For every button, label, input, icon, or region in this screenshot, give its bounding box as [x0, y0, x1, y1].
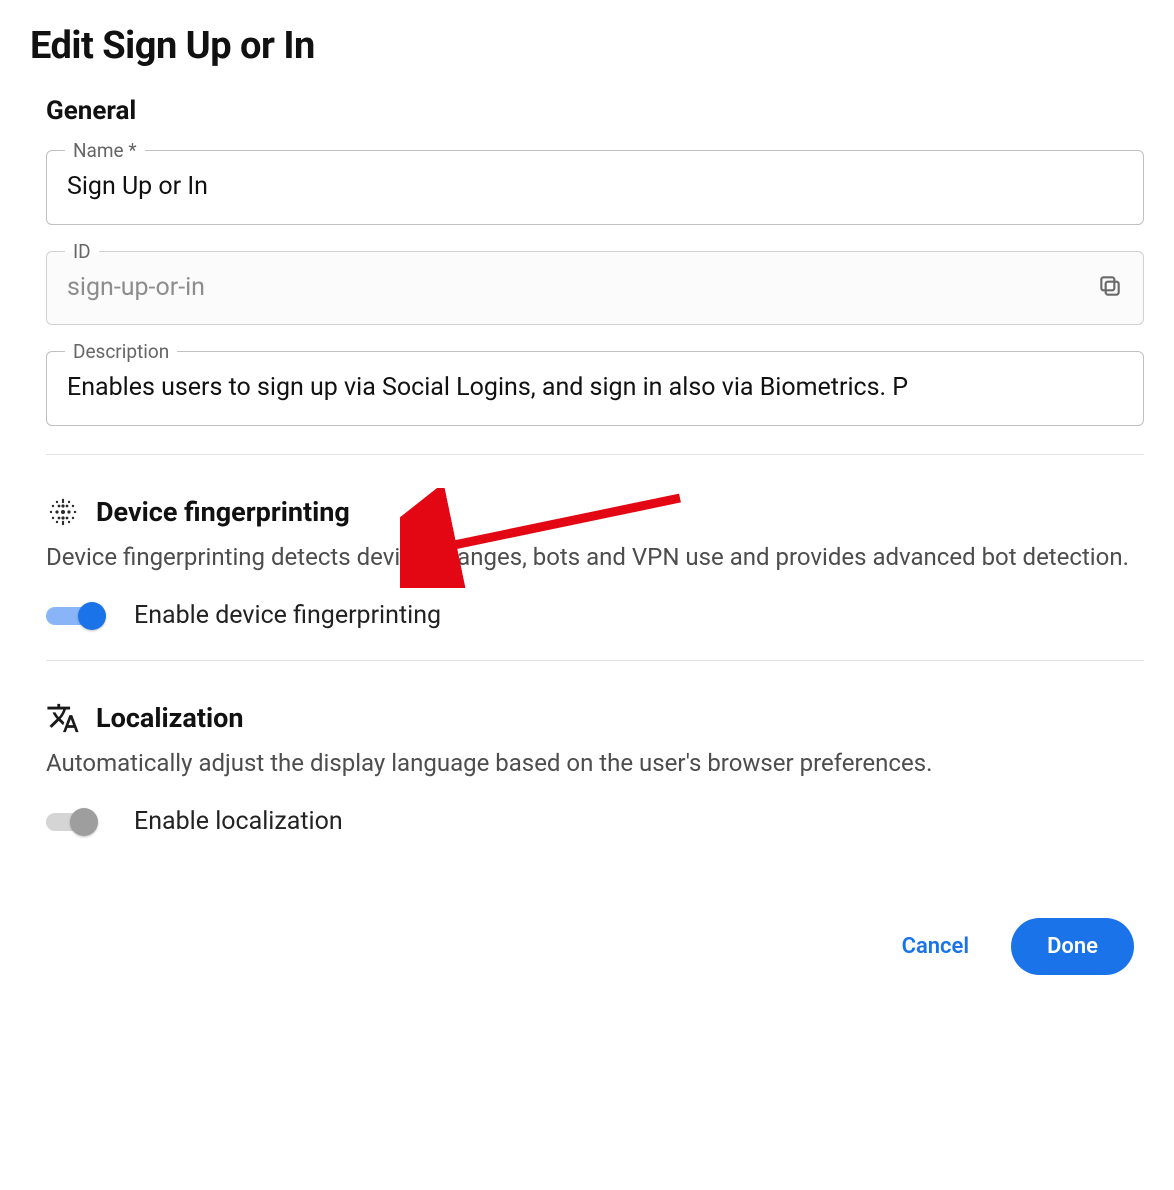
- fingerprinting-title: Device fingerprinting: [96, 496, 350, 528]
- divider: [46, 454, 1144, 455]
- copy-icon: [1097, 273, 1123, 303]
- localization-toggle-label: Enable localization: [134, 807, 343, 836]
- description-label: Description: [65, 340, 177, 363]
- localization-block: Localization Automatically adjust the di…: [46, 701, 1144, 838]
- cancel-button[interactable]: Cancel: [888, 924, 984, 969]
- description-field[interactable]: Description Enables users to sign up via…: [46, 351, 1144, 426]
- general-section: General Name * Sign Up or In ID sign-up-…: [30, 96, 1144, 838]
- localization-title: Localization: [96, 702, 244, 734]
- localization-toggle[interactable]: [46, 806, 110, 838]
- fingerprinting-block: Device fingerprinting Device fingerprint…: [46, 495, 1144, 632]
- name-value: Sign Up or In: [67, 171, 1123, 204]
- copy-id-button[interactable]: [1095, 273, 1125, 303]
- name-label: Name *: [65, 139, 145, 162]
- fingerprinting-toggle[interactable]: [46, 600, 110, 632]
- fingerprinting-description: Device fingerprinting detects device cha…: [46, 539, 1144, 576]
- done-button[interactable]: Done: [1011, 918, 1134, 975]
- name-field[interactable]: Name * Sign Up or In: [46, 150, 1144, 225]
- fingerprint-dots-icon: [46, 495, 80, 529]
- id-field: ID sign-up-or-in: [46, 251, 1144, 326]
- general-heading: General: [46, 96, 1144, 126]
- translate-icon: [46, 701, 80, 735]
- description-value: Enables users to sign up via Social Logi…: [67, 372, 1123, 405]
- dialog-footer: Cancel Done: [30, 918, 1144, 975]
- page-title: Edit Sign Up or In: [30, 24, 1144, 68]
- fingerprinting-toggle-label: Enable device fingerprinting: [134, 601, 441, 630]
- id-label: ID: [65, 240, 99, 263]
- localization-description: Automatically adjust the display languag…: [46, 745, 1144, 782]
- divider: [46, 660, 1144, 661]
- id-value: sign-up-or-in: [67, 272, 1123, 305]
